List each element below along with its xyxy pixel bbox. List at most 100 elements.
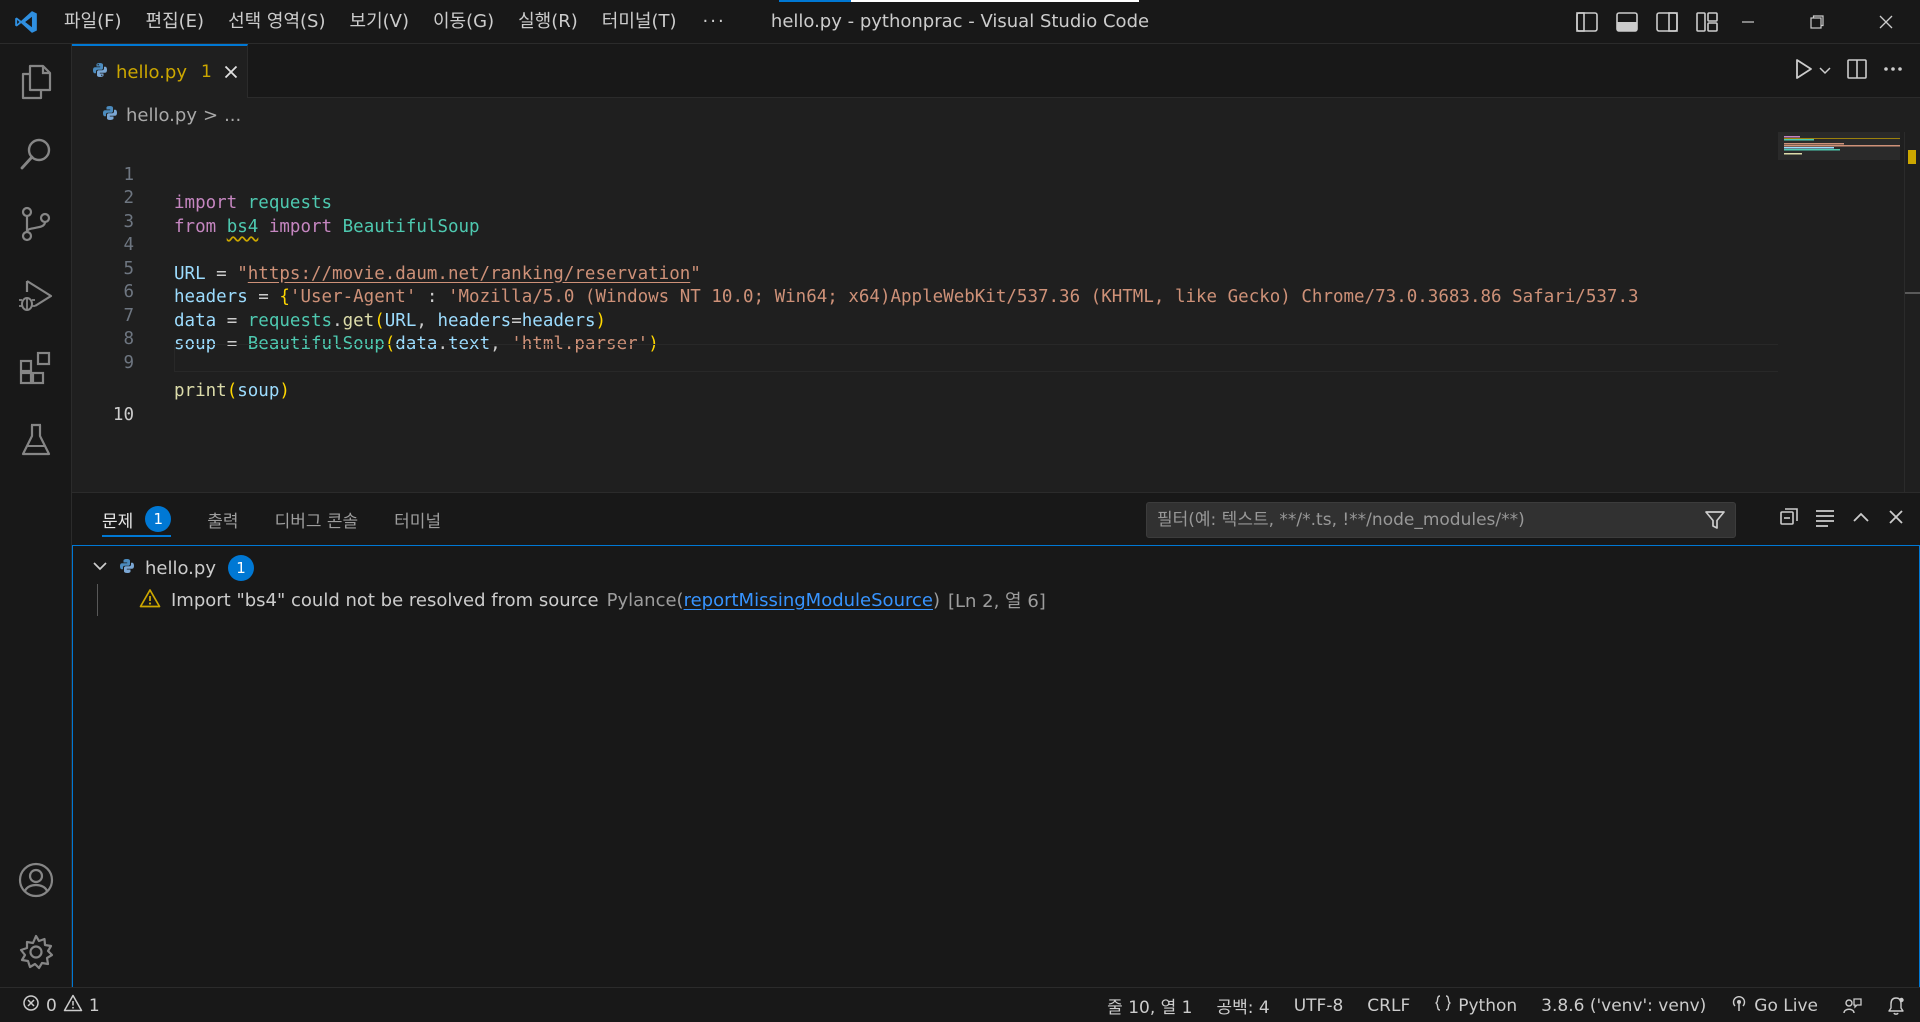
panel-tabs: 문제 1 출력 디버그 콘솔 터미널	[72, 493, 441, 545]
bracket: (	[226, 381, 238, 401]
tab-hello-py[interactable]: hello.py 1	[72, 44, 248, 98]
toggle-secondary-sidebar-icon[interactable]	[1650, 5, 1684, 39]
file-encoding[interactable]: UTF-8	[1294, 996, 1344, 1016]
toggle-panel-icon[interactable]	[1610, 5, 1644, 39]
indent-guide	[97, 584, 98, 616]
warning-count: 1	[88, 995, 100, 1016]
problem-file-name: hello.py	[145, 557, 216, 579]
end-of-line[interactable]: CRLF	[1367, 996, 1410, 1016]
problem-message: Import "bs4" could not be resolved from …	[171, 589, 599, 611]
paren: (	[676, 589, 684, 611]
chevron-down-icon[interactable]	[91, 557, 109, 580]
problem-source: Pylance(reportMissingModuleSource)	[607, 590, 940, 611]
problem-location: [Ln 2, 열 6]	[947, 591, 1046, 612]
testing-icon[interactable]	[0, 408, 72, 472]
problem-source-name: Pylance	[606, 589, 677, 611]
filter-icon[interactable]	[1703, 508, 1727, 536]
extensions-icon[interactable]	[0, 336, 72, 400]
language-mode-label: Python	[1458, 995, 1518, 1016]
search-icon[interactable]	[0, 122, 72, 186]
view-as-tree-icon[interactable]	[1814, 506, 1836, 532]
menu-file[interactable]: 파일(F)	[52, 0, 134, 44]
problems-list: hello.py 1 Import "bs4" could not be res…	[72, 545, 1920, 988]
close-panel-icon[interactable]	[1886, 507, 1906, 531]
close-window-icon[interactable]	[1851, 0, 1920, 44]
source-control-icon[interactable]	[0, 192, 72, 256]
breadcrumb-separator: >	[202, 104, 219, 126]
accounts-icon[interactable]	[0, 848, 72, 912]
editor-vertical-scrollbar[interactable]	[1904, 132, 1920, 492]
vscode-logo-icon[interactable]	[0, 0, 52, 44]
explorer-icon[interactable]	[0, 50, 72, 114]
split-editor-icon[interactable]	[1846, 58, 1868, 84]
restore-icon[interactable]	[1782, 0, 1851, 44]
tab-label: hello.py	[116, 61, 187, 83]
line-number: 10	[112, 404, 134, 425]
tab-debug-console-label: 디버그 콘솔	[274, 511, 359, 532]
tab-terminal[interactable]: 터미널	[394, 493, 441, 545]
breadcrumb: hello.py > ...	[72, 98, 1920, 132]
manage-gear-icon[interactable]	[0, 920, 72, 984]
toggle-primary-sidebar-icon[interactable]	[1570, 5, 1604, 39]
problem-code-link[interactable]: reportMissingModuleSource	[684, 590, 933, 611]
tab-debug-console[interactable]: 디버그 콘솔	[275, 493, 359, 545]
problem-file-row[interactable]: hello.py 1	[91, 552, 254, 584]
indentation[interactable]: 공백: 4	[1217, 993, 1270, 1018]
menu-view[interactable]: 보기(V)	[338, 0, 421, 44]
error-icon	[22, 994, 40, 1017]
title-accent-bar	[779, 0, 1139, 2]
problems-filter	[1146, 502, 1736, 538]
problems-status[interactable]: 0 1	[22, 988, 100, 1022]
activity-bar	[0, 44, 72, 987]
breadcrumb-file[interactable]: hello.py	[126, 105, 197, 126]
window-controls	[1713, 0, 1920, 44]
go-live-button[interactable]: Go Live	[1730, 994, 1818, 1017]
problems-filter-input[interactable]	[1157, 510, 1697, 530]
error-count: 0	[46, 995, 57, 1016]
editor-actions	[1794, 44, 1904, 98]
menu-bar: 파일(F) 편집(E) 선택 영역(S) 보기(V) 이동(G) 실행(R) 터…	[52, 0, 740, 44]
layout-controls	[1570, 0, 1724, 44]
python-interpreter[interactable]: 3.8.6 ('venv': venv)	[1541, 996, 1706, 1016]
language-mode[interactable]: Python	[1434, 994, 1517, 1017]
status-bar-right: 줄 10, 열 1 공백: 4 UTF-8 CRLF Python 3.8.6 …	[1107, 988, 1906, 1022]
collapse-all-icon[interactable]	[1778, 506, 1800, 532]
feedback-icon[interactable]	[1842, 996, 1862, 1016]
braces-icon	[1434, 994, 1452, 1017]
close-tab-icon[interactable]	[224, 65, 238, 79]
menu-selection[interactable]: 선택 영역(S)	[216, 0, 337, 44]
bracket: )	[279, 381, 290, 401]
menu-more-button[interactable]: ···	[689, 0, 740, 44]
window-title: hello.py - pythonprac - Visual Studio Co…	[770, 11, 1150, 32]
breadcrumb-symbols[interactable]: ...	[224, 105, 241, 126]
tab-output-label: 출력	[207, 511, 239, 532]
menu-go[interactable]: 이동(G)	[421, 0, 506, 44]
tab-terminal-label: 터미널	[394, 511, 442, 532]
editor-tabs-bar: hello.py 1	[72, 44, 1920, 98]
problems-count-badge: 1	[145, 506, 172, 532]
warning-icon	[139, 588, 161, 613]
more-actions-icon[interactable]	[1882, 58, 1904, 84]
minimize-icon[interactable]	[1713, 0, 1782, 44]
problem-file-count-badge: 1	[227, 555, 254, 581]
problem-item[interactable]: Import "bs4" could not be resolved from …	[139, 584, 1046, 616]
panel-actions	[1778, 493, 1906, 545]
code-editor[interactable]: 1 import requests 2 from bs4 import Beau…	[72, 132, 1850, 492]
cursor-position[interactable]: 줄 10, 열 1	[1107, 993, 1192, 1018]
maximize-panel-chevron-up-icon[interactable]	[1850, 506, 1872, 532]
run-debug-icon[interactable]	[0, 264, 72, 328]
tab-output[interactable]: 출력	[207, 493, 238, 545]
tab-problem-count: 1	[200, 62, 212, 82]
argument: soup	[237, 381, 280, 401]
run-python-file-icon[interactable]	[1794, 58, 1814, 84]
notifications-bell-icon[interactable]	[1886, 996, 1906, 1016]
menu-run[interactable]: 실행(R)	[506, 0, 590, 44]
minimap[interactable]	[1778, 132, 1904, 492]
title-bar: 파일(F) 편집(E) 선택 영역(S) 보기(V) 이동(G) 실행(R) 터…	[0, 0, 1920, 44]
code-line-active: 10	[72, 343, 1850, 425]
run-dropdown-chevron-icon[interactable]	[1818, 62, 1832, 81]
tab-problems[interactable]: 문제 1	[102, 493, 172, 545]
menu-edit[interactable]: 편집(E)	[134, 0, 217, 44]
menu-terminal[interactable]: 터미널(T)	[590, 0, 689, 44]
broadcast-icon	[1730, 994, 1748, 1017]
